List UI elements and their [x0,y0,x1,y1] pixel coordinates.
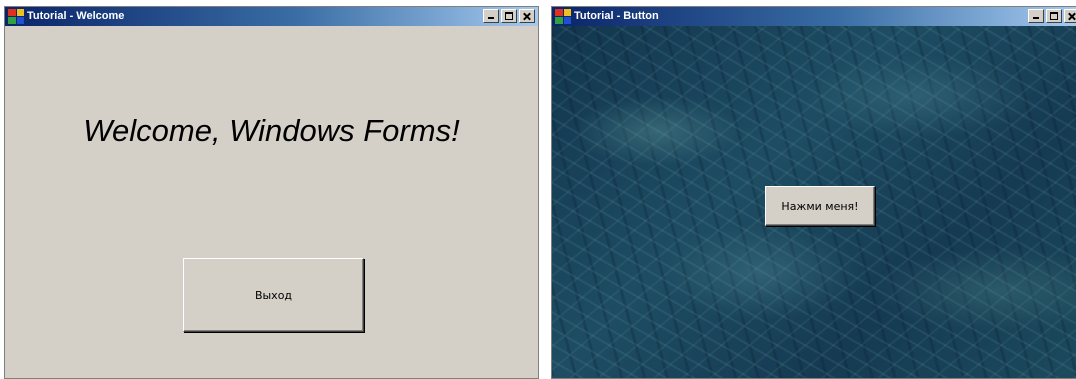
close-icon[interactable] [519,9,535,23]
press-me-button[interactable]: Нажми меня! [765,186,875,226]
window-controls [1028,9,1076,23]
button-window: Tutorial - Button Нажми меня! [551,6,1076,379]
window-title: Tutorial - Button [574,10,659,22]
app-icon[interactable] [8,9,24,24]
maximize-icon[interactable] [501,9,517,23]
maximize-icon[interactable] [1046,9,1062,23]
minimize-icon[interactable] [1028,9,1044,23]
title-bar[interactable]: Tutorial - Button [552,7,1076,26]
close-icon[interactable] [1064,9,1076,23]
welcome-heading: Welcome, Windows Forms! [83,113,460,148]
texture-client-area: Нажми меня! [552,26,1076,378]
title-bar[interactable]: Tutorial - Welcome [5,7,538,26]
window-controls [483,9,535,23]
minimize-icon[interactable] [483,9,499,23]
app-icon[interactable] [555,9,571,24]
exit-button[interactable]: Выход [183,258,364,332]
window-title: Tutorial - Welcome [27,10,125,22]
welcome-client-area: Welcome, Windows Forms! Выход [5,26,538,378]
welcome-window: Tutorial - Welcome Welcome, Windows Form… [4,6,539,379]
